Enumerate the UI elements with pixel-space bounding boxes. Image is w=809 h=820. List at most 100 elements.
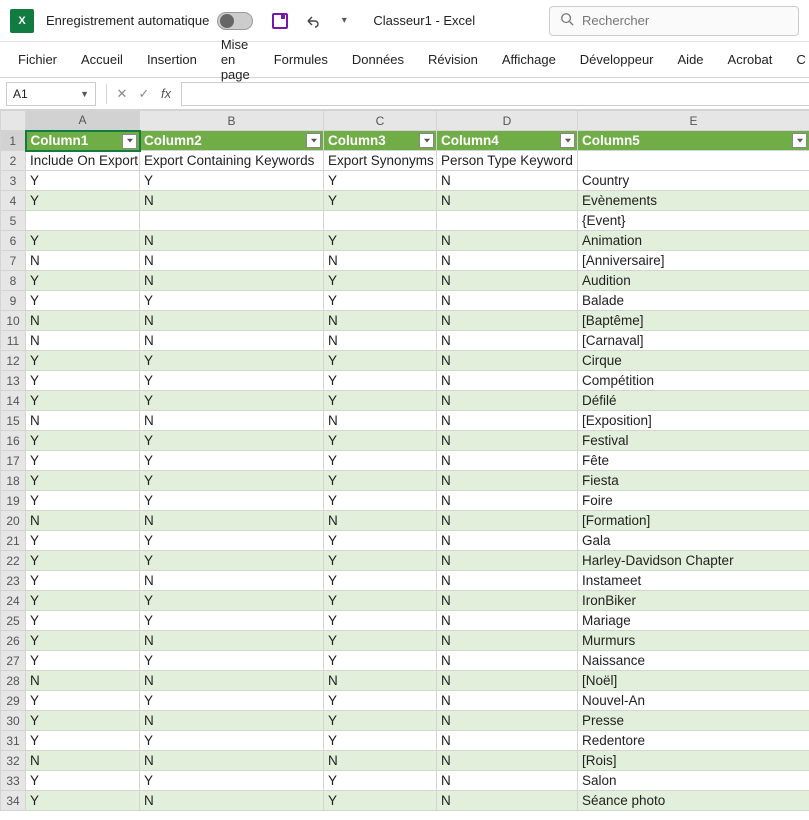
- cell[interactable]: Y: [140, 691, 324, 711]
- cell[interactable]: Compétition: [578, 371, 809, 391]
- cell[interactable]: Harley-Davidson Chapter: [578, 551, 809, 571]
- filter-dropdown-icon[interactable]: [122, 134, 137, 149]
- cell[interactable]: N: [437, 271, 578, 291]
- cell[interactable]: Y: [26, 291, 140, 311]
- cell[interactable]: Y: [324, 231, 437, 251]
- cell[interactable]: [Anniversaire]: [578, 251, 809, 271]
- row-header[interactable]: 7: [1, 251, 26, 271]
- cell[interactable]: N: [140, 751, 324, 771]
- cell[interactable]: N: [437, 371, 578, 391]
- cell[interactable]: Y: [324, 531, 437, 551]
- cell[interactable]: Y: [324, 611, 437, 631]
- cell[interactable]: N: [26, 751, 140, 771]
- cell[interactable]: N: [437, 431, 578, 451]
- cell[interactable]: N: [140, 331, 324, 351]
- cell[interactable]: Y: [324, 591, 437, 611]
- cell[interactable]: Y: [26, 431, 140, 451]
- row-header[interactable]: 13: [1, 371, 26, 391]
- cell[interactable]: Y: [26, 691, 140, 711]
- column-header-C[interactable]: C: [324, 111, 437, 131]
- cell[interactable]: N: [437, 611, 578, 631]
- cell[interactable]: Y: [26, 491, 140, 511]
- cell[interactable]: N: [437, 531, 578, 551]
- accept-formula-button[interactable]: ✓: [133, 86, 155, 102]
- cell[interactable]: N: [437, 691, 578, 711]
- row-header[interactable]: 18: [1, 471, 26, 491]
- row-header[interactable]: 31: [1, 731, 26, 751]
- row-header[interactable]: 12: [1, 351, 26, 371]
- cell[interactable]: Y: [140, 551, 324, 571]
- row-header[interactable]: 17: [1, 451, 26, 471]
- cell[interactable]: N: [26, 511, 140, 531]
- row-header[interactable]: 1: [1, 131, 26, 151]
- row-header[interactable]: 26: [1, 631, 26, 651]
- cell[interactable]: Nouvel-An: [578, 691, 809, 711]
- cell[interactable]: N: [437, 491, 578, 511]
- cell[interactable]: Y: [324, 471, 437, 491]
- cell[interactable]: Y: [324, 771, 437, 791]
- cell[interactable]: Y: [140, 171, 324, 191]
- cell[interactable]: Presse: [578, 711, 809, 731]
- cell[interactable]: N: [140, 251, 324, 271]
- cell[interactable]: N: [324, 411, 437, 431]
- cell[interactable]: N: [140, 671, 324, 691]
- cell[interactable]: N: [324, 331, 437, 351]
- ribbon-tab-développeur[interactable]: Développeur: [568, 42, 666, 77]
- cell[interactable]: N: [324, 311, 437, 331]
- cell[interactable]: Y: [140, 491, 324, 511]
- column-header-D[interactable]: D: [437, 111, 578, 131]
- row-header[interactable]: 29: [1, 691, 26, 711]
- cell[interactable]: Fiesta: [578, 471, 809, 491]
- cell[interactable]: Y: [324, 791, 437, 811]
- cell[interactable]: Include On Export: [26, 151, 140, 171]
- cell[interactable]: Redentore: [578, 731, 809, 751]
- row-header[interactable]: 33: [1, 771, 26, 791]
- ribbon-tab-mise-en-page[interactable]: Mise en page: [209, 42, 262, 77]
- cell[interactable]: Y: [140, 531, 324, 551]
- undo-button[interactable]: [299, 8, 325, 34]
- cell[interactable]: [Exposition]: [578, 411, 809, 431]
- cell[interactable]: Y: [324, 551, 437, 571]
- cell[interactable]: N: [437, 171, 578, 191]
- cell[interactable]: Séance photo: [578, 791, 809, 811]
- cell[interactable]: N: [324, 671, 437, 691]
- cell[interactable]: [Formation]: [578, 511, 809, 531]
- cell[interactable]: [140, 211, 324, 231]
- cell[interactable]: Y: [26, 651, 140, 671]
- cell[interactable]: Y: [140, 731, 324, 751]
- cell[interactable]: Y: [26, 471, 140, 491]
- cell[interactable]: Fête: [578, 451, 809, 471]
- cell[interactable]: Person Type Keyword: [437, 151, 578, 171]
- cell[interactable]: Y: [26, 531, 140, 551]
- cell[interactable]: Y: [324, 291, 437, 311]
- cell[interactable]: N: [26, 311, 140, 331]
- row-header[interactable]: 22: [1, 551, 26, 571]
- row-header[interactable]: 23: [1, 571, 26, 591]
- cell[interactable]: N: [437, 451, 578, 471]
- ribbon-tab-accueil[interactable]: Accueil: [69, 42, 135, 77]
- cell[interactable]: N: [437, 771, 578, 791]
- cell[interactable]: Y: [324, 491, 437, 511]
- search-box[interactable]: Rechercher: [549, 6, 799, 36]
- cell[interactable]: Balade: [578, 291, 809, 311]
- cell[interactable]: N: [437, 391, 578, 411]
- cell[interactable]: N: [26, 671, 140, 691]
- cell[interactable]: [324, 211, 437, 231]
- cell[interactable]: N: [437, 731, 578, 751]
- row-header[interactable]: 30: [1, 711, 26, 731]
- table-header-cell[interactable]: Column5: [578, 131, 809, 151]
- filter-dropdown-icon[interactable]: [419, 133, 434, 148]
- table-header-cell[interactable]: Column3: [324, 131, 437, 151]
- cell[interactable]: N: [437, 571, 578, 591]
- cell[interactable]: Y: [26, 351, 140, 371]
- ribbon-tab-données[interactable]: Données: [340, 42, 416, 77]
- fx-icon[interactable]: fx: [161, 86, 171, 101]
- row-header[interactable]: 20: [1, 511, 26, 531]
- row-header[interactable]: 2: [1, 151, 26, 171]
- cell[interactable]: Y: [324, 271, 437, 291]
- cell[interactable]: N: [140, 271, 324, 291]
- cell[interactable]: Y: [324, 351, 437, 371]
- cell[interactable]: Y: [324, 571, 437, 591]
- cell[interactable]: N: [140, 571, 324, 591]
- cell[interactable]: Y: [26, 611, 140, 631]
